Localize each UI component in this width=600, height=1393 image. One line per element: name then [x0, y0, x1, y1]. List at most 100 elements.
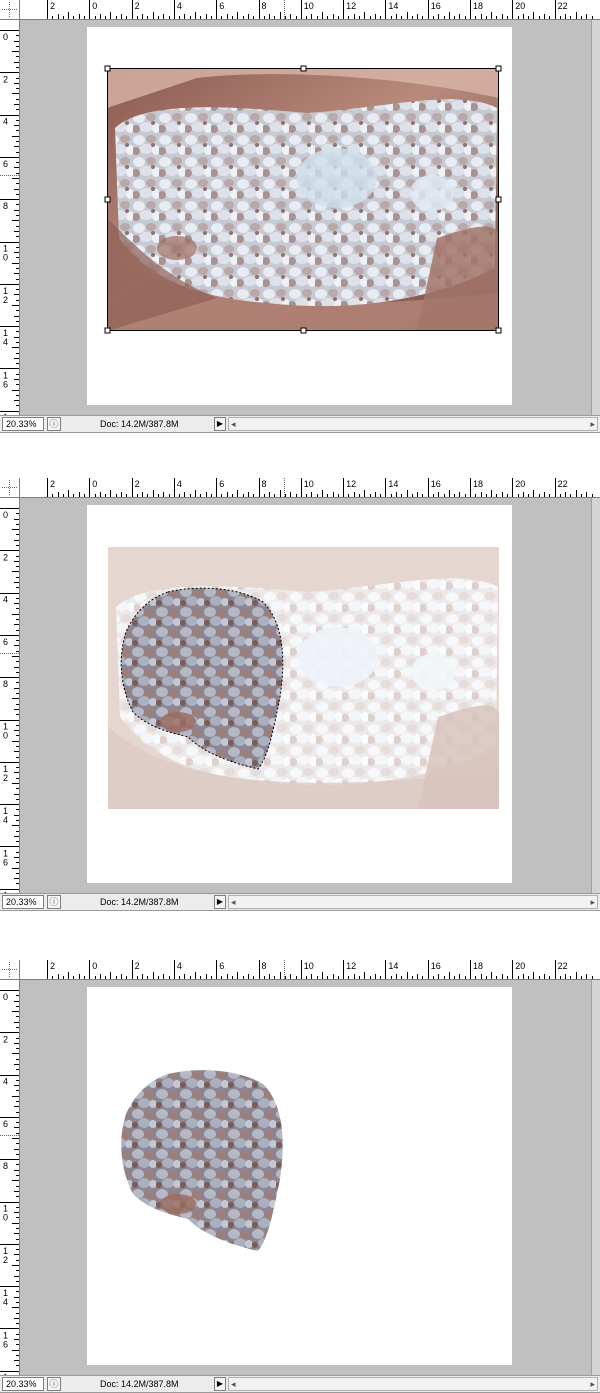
document-size-info: Doc: 14.2M/387.8M	[100, 897, 179, 907]
ruler-label: 2	[50, 961, 55, 971]
ruler-origin-corner[interactable]	[0, 0, 20, 20]
ruler-label: 4	[3, 815, 8, 825]
ruler-label: 6	[3, 857, 8, 867]
horizontal-scrollbar[interactable]: ◂ ▸	[228, 417, 598, 431]
ruler-label: 18	[473, 961, 483, 971]
scroll-right-icon[interactable]: ▸	[590, 1378, 595, 1390]
ruler-origin-corner[interactable]	[0, 960, 20, 980]
ruler-label: 2	[50, 479, 55, 489]
ruler-label: 0	[92, 479, 97, 489]
horizontal-ruler[interactable]: 2 0 2 4 6 8 10 12 14 16 18 20 22	[20, 960, 600, 980]
horizontal-ruler[interactable]: 2 0 2 4 6 8 10 12 14 16 18 20 22	[20, 478, 600, 498]
ruler-label: 8	[262, 961, 267, 971]
ruler-label: 0	[3, 992, 8, 1002]
scroll-left-icon[interactable]: ◂	[231, 418, 236, 430]
ruler-origin-corner[interactable]	[0, 478, 20, 498]
zoom-level-field[interactable]: 20.33%	[2, 895, 44, 909]
status-info-icon[interactable]: ⓘ	[47, 895, 61, 909]
ruler-label: 20	[515, 1, 525, 11]
ruler-label: 6	[3, 1339, 8, 1349]
faded-salt-photo-layer[interactable]	[108, 547, 499, 809]
ruler-label: 16	[431, 479, 441, 489]
scroll-right-icon[interactable]: ▸	[590, 418, 595, 430]
vertical-ruler[interactable]: 02468101214161	[0, 20, 20, 415]
ruler-label: 2	[135, 479, 140, 489]
status-bar: 20.33% ⓘ Doc: 14.2M/387.8M ▶ ◂ ▸	[0, 1375, 600, 1393]
status-menu-arrow-icon[interactable]: ▶	[214, 1377, 226, 1391]
ruler-label: 8	[3, 1161, 8, 1171]
ruler-label: 0	[3, 253, 8, 263]
ruler-label: 4	[177, 961, 182, 971]
zoom-level-field[interactable]: 20.33%	[2, 1377, 44, 1391]
ruler-label: 2	[135, 1, 140, 11]
ruler-label: 2	[3, 295, 8, 305]
status-info-icon[interactable]: ⓘ	[47, 417, 61, 431]
scroll-left-icon[interactable]: ◂	[231, 1378, 236, 1390]
ruler-label: 18	[473, 1, 483, 11]
vertical-scrollbar[interactable]	[591, 20, 600, 415]
ruler-label: 8	[262, 1, 267, 11]
ruler-label: 2	[3, 74, 8, 84]
status-menu-arrow-icon[interactable]: ▶	[214, 417, 226, 431]
ruler-label: 10	[304, 1, 314, 11]
status-bar: 20.33% ⓘ Doc: 14.2M/387.8M ▶ ◂ ▸	[0, 415, 600, 433]
status-bar: 20.33% ⓘ Doc: 14.2M/387.8M ▶ ◂ ▸	[0, 893, 600, 911]
status-info-icon[interactable]: ⓘ	[47, 1377, 61, 1391]
horizontal-ruler[interactable]: 2 0 2 4 6 8 10 12 14 16 18 20 22	[20, 0, 600, 20]
ruler-label: 0	[3, 32, 8, 42]
ruler-label: 12	[346, 961, 356, 971]
photoshop-window-2: 20246810121416182022 02468101214161	[0, 478, 600, 911]
ruler-label: 0	[92, 961, 97, 971]
document-canvas[interactable]	[20, 20, 600, 415]
ruler-label: 20	[515, 961, 525, 971]
ruler-label: 10	[304, 961, 314, 971]
ruler-label: 18	[473, 479, 483, 489]
vertical-ruler[interactable]: 02468101214161	[0, 498, 20, 893]
ruler-label: 4	[177, 1, 182, 11]
horizontal-scrollbar[interactable]: ◂ ▸	[228, 895, 598, 909]
vertical-scrollbar[interactable]	[591, 980, 600, 1375]
vertical-ruler[interactable]: 02468101214161	[0, 980, 20, 1375]
scroll-left-icon[interactable]: ◂	[231, 896, 236, 908]
zoom-level-field[interactable]: 20.33%	[2, 417, 44, 431]
ruler-label: 4	[3, 595, 8, 605]
ruler-label: 8	[3, 679, 8, 689]
photoshop-window-3: 20246810121416182022 02468101214161 20.3…	[0, 960, 600, 1393]
ruler-label: 16	[431, 1, 441, 11]
ruler-label: 12	[346, 479, 356, 489]
document-canvas[interactable]	[20, 980, 600, 1375]
ruler-label: 0	[3, 731, 8, 741]
vertical-scrollbar[interactable]	[591, 498, 600, 893]
transform-bounding-box[interactable]	[20, 20, 600, 415]
scroll-right-icon[interactable]: ▸	[590, 896, 595, 908]
ruler-label: 2	[3, 552, 8, 562]
ruler-label: 0	[92, 1, 97, 11]
ruler-label: 12	[346, 1, 356, 11]
ruler-label: 2	[3, 773, 8, 783]
ruler-label: 14	[388, 961, 398, 971]
ruler-label: 22	[558, 479, 568, 489]
status-menu-arrow-icon[interactable]: ▶	[214, 895, 226, 909]
ruler-label: 6	[3, 159, 8, 169]
ruler-label: 22	[558, 961, 568, 971]
document-canvas[interactable]	[20, 498, 600, 893]
ruler-label: 2	[3, 1034, 8, 1044]
ruler-label: 4	[177, 479, 182, 489]
ruler-label: 14	[388, 1, 398, 11]
photoshop-window-1: 20246810121416182022 02468101214161	[0, 0, 600, 433]
ruler-label: 4	[3, 337, 8, 347]
ruler-label: 6	[3, 379, 8, 389]
ruler-label: 8	[262, 479, 267, 489]
ruler-label: 16	[431, 961, 441, 971]
ruler-label: 6	[219, 961, 224, 971]
ruler-label: 20	[515, 479, 525, 489]
horizontal-scrollbar[interactable]: ◂ ▸	[228, 1377, 598, 1391]
ruler-label: 6	[219, 479, 224, 489]
ruler-label: 2	[3, 1255, 8, 1265]
ruler-label: 4	[3, 117, 8, 127]
ruler-label: 14	[388, 479, 398, 489]
ruler-label: 6	[3, 1119, 8, 1129]
ruler-label: 6	[3, 637, 8, 647]
salt-cutout-layer[interactable]	[108, 1029, 499, 1291]
ruler-label: 4	[3, 1077, 8, 1087]
